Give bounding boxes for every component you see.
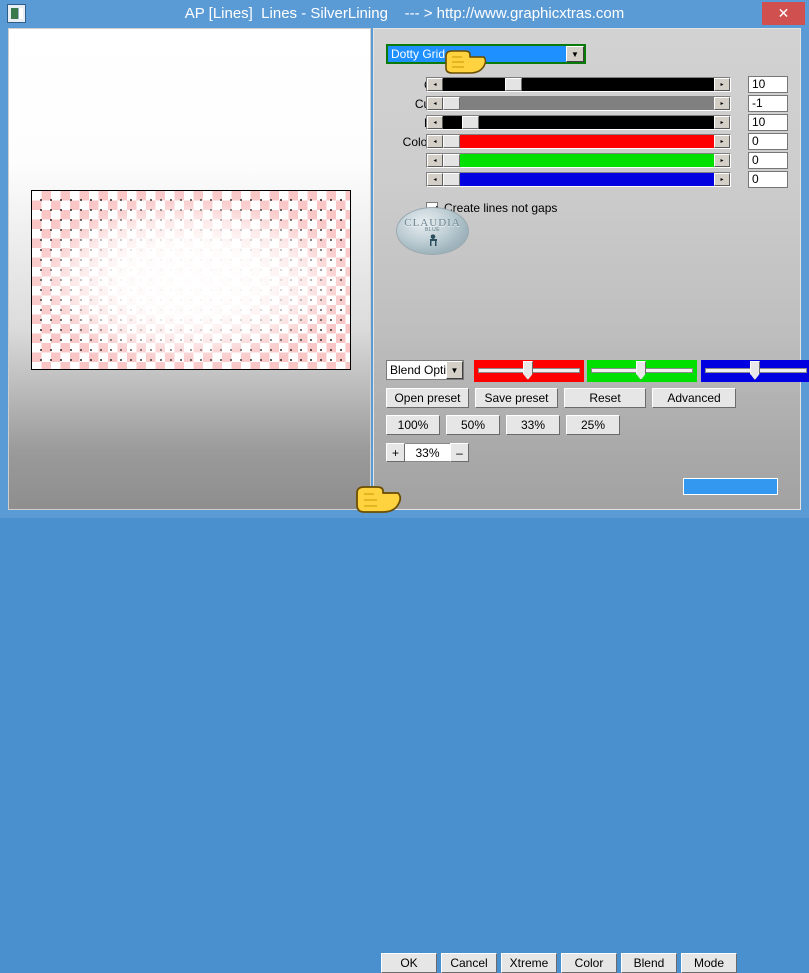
slider-track[interactable]: ◂ ▸: [426, 153, 731, 168]
slider-track[interactable]: ◂ ▸: [426, 172, 731, 187]
button-color[interactable]: Color: [561, 953, 617, 973]
window-title: AP [Lines] Lines - SilverLining --- > ht…: [184, 5, 625, 22]
button-blend[interactable]: Blend: [621, 953, 677, 973]
zoom-level-value: 33%: [405, 443, 450, 462]
preset-dropdown-value: Dotty Grid: [388, 46, 566, 62]
blend-options-value: Blend Opti: [390, 363, 446, 377]
slider-remaining-region: [459, 97, 714, 110]
slider-increment-icon[interactable]: ▸: [714, 154, 730, 167]
chevron-down-icon[interactable]: ▼: [566, 46, 584, 62]
slider-thumb[interactable]: [443, 154, 460, 167]
color-trackbar-blue[interactable]: [701, 360, 809, 382]
preview-panel: [8, 28, 371, 510]
zoom-button-50[interactable]: 50%: [446, 415, 500, 435]
slider-decrement-icon[interactable]: ◂: [427, 135, 443, 148]
controls-panel: Dotty Grid ▼ Gap:◂▸10Cutoff:◂▸-1Line:◂▸1…: [373, 28, 809, 510]
button-reset[interactable]: Reset: [564, 388, 646, 408]
slider-fill[interactable]: [443, 116, 714, 129]
center-glow: [32, 191, 350, 369]
dialog-button-bar: OK Cancel Xtreme Color Blend Mode: [0, 472, 809, 973]
slider-row-line: Line:◂▸10: [374, 114, 802, 131]
slider-decrement-icon[interactable]: ◂: [427, 97, 443, 110]
slider-thumb[interactable]: [505, 78, 523, 91]
slider-fill[interactable]: [443, 173, 714, 186]
slider-value-field[interactable]: -1: [748, 95, 788, 112]
slider-fill[interactable]: [443, 154, 714, 167]
blend-options-dropdown[interactable]: Blend Opti ▼: [386, 360, 464, 380]
slider-row-cutoff: Cutoff:◂▸-1: [374, 95, 802, 112]
zoom-out-button[interactable]: –: [450, 443, 469, 462]
color-trackbar-green[interactable]: [587, 360, 697, 382]
slider-fill[interactable]: [443, 97, 714, 110]
zoom-button-25[interactable]: 25%: [566, 415, 620, 435]
slider-value-field[interactable]: 0: [748, 152, 788, 169]
trackbar-thumb[interactable]: [749, 361, 760, 380]
color-trackbar-red[interactable]: [474, 360, 584, 382]
slider-fill[interactable]: [443, 135, 714, 148]
title-bar: AP [Lines] Lines - SilverLining --- > ht…: [0, 0, 809, 28]
slider-row-channel-5: ◂ ▸ 0: [374, 171, 802, 188]
create-lines-label: Create lines not gaps: [444, 201, 558, 215]
slider-track[interactable]: ◂ ▸: [426, 96, 731, 111]
slider-remaining-region: [478, 116, 714, 129]
close-button[interactable]: ✕: [762, 2, 805, 25]
button-advanced[interactable]: Advanced: [652, 388, 736, 408]
button-cancel[interactable]: Cancel: [441, 953, 497, 973]
slider-increment-icon[interactable]: ▸: [714, 78, 730, 91]
preview-image[interactable]: [31, 190, 351, 370]
slider-track[interactable]: ◂ ▸: [426, 115, 731, 130]
zoom-in-button[interactable]: +: [386, 443, 405, 462]
slider-increment-icon[interactable]: ▸: [714, 135, 730, 148]
slider-decrement-icon[interactable]: ◂: [427, 173, 443, 186]
slider-value-field[interactable]: 10: [748, 114, 788, 131]
trackbar-thumb[interactable]: [522, 361, 533, 380]
slider-remaining-region: [459, 154, 714, 167]
zoom-stepper[interactable]: + 33% –: [386, 443, 469, 462]
slider-remaining-region: [459, 173, 714, 186]
slider-row-gap: Gap:◂▸10: [374, 76, 802, 93]
button-xtreme[interactable]: Xtreme: [501, 953, 557, 973]
badge-figure-icon: [425, 233, 440, 246]
preset-dropdown[interactable]: Dotty Grid ▼: [386, 44, 586, 64]
slider-thumb[interactable]: [461, 116, 479, 129]
badge-subtext: BLUE: [424, 226, 441, 233]
slider-filled-region: [443, 78, 506, 91]
button-open-preset[interactable]: Open preset: [386, 388, 469, 408]
button-ok[interactable]: OK: [381, 953, 437, 973]
trackbar-thumb[interactable]: [635, 361, 646, 380]
plugin-dialog: AP [Lines] Lines - SilverLining --- > ht…: [0, 0, 809, 973]
slider-row-colorr: Color[R]:◂▸0: [374, 133, 802, 150]
slider-value-field[interactable]: 10: [748, 76, 788, 93]
slider-filled-region: [443, 116, 462, 129]
slider-decrement-icon[interactable]: ◂: [427, 78, 443, 91]
slider-fill[interactable]: [443, 78, 714, 91]
slider-increment-icon[interactable]: ▸: [714, 116, 730, 129]
slider-track[interactable]: ◂ ▸: [426, 134, 731, 149]
zoom-button-33[interactable]: 33%: [506, 415, 560, 435]
slider-decrement-icon[interactable]: ◂: [427, 154, 443, 167]
button-save-preset[interactable]: Save preset: [475, 388, 558, 408]
claudia-logo-badge: CLAUDIA BLUE: [396, 207, 469, 255]
slider-track[interactable]: ◂ ▸: [426, 77, 731, 92]
slider-value-field[interactable]: 0: [748, 171, 788, 188]
slider-thumb[interactable]: [443, 173, 460, 186]
slider-remaining-region: [522, 78, 714, 91]
slider-thumb[interactable]: [443, 97, 460, 110]
slider-increment-icon[interactable]: ▸: [714, 97, 730, 110]
slider-row-channel-4: ◂ ▸ 0: [374, 152, 802, 169]
slider-decrement-icon[interactable]: ◂: [427, 116, 443, 129]
slider-value-field[interactable]: 0: [748, 133, 788, 150]
chevron-down-icon[interactable]: ▼: [446, 361, 463, 379]
slider-increment-icon[interactable]: ▸: [714, 173, 730, 186]
slider-thumb[interactable]: [443, 135, 460, 148]
button-mode[interactable]: Mode: [681, 953, 737, 973]
zoom-button-100[interactable]: 100%: [386, 415, 440, 435]
slider-remaining-region: [459, 135, 714, 148]
